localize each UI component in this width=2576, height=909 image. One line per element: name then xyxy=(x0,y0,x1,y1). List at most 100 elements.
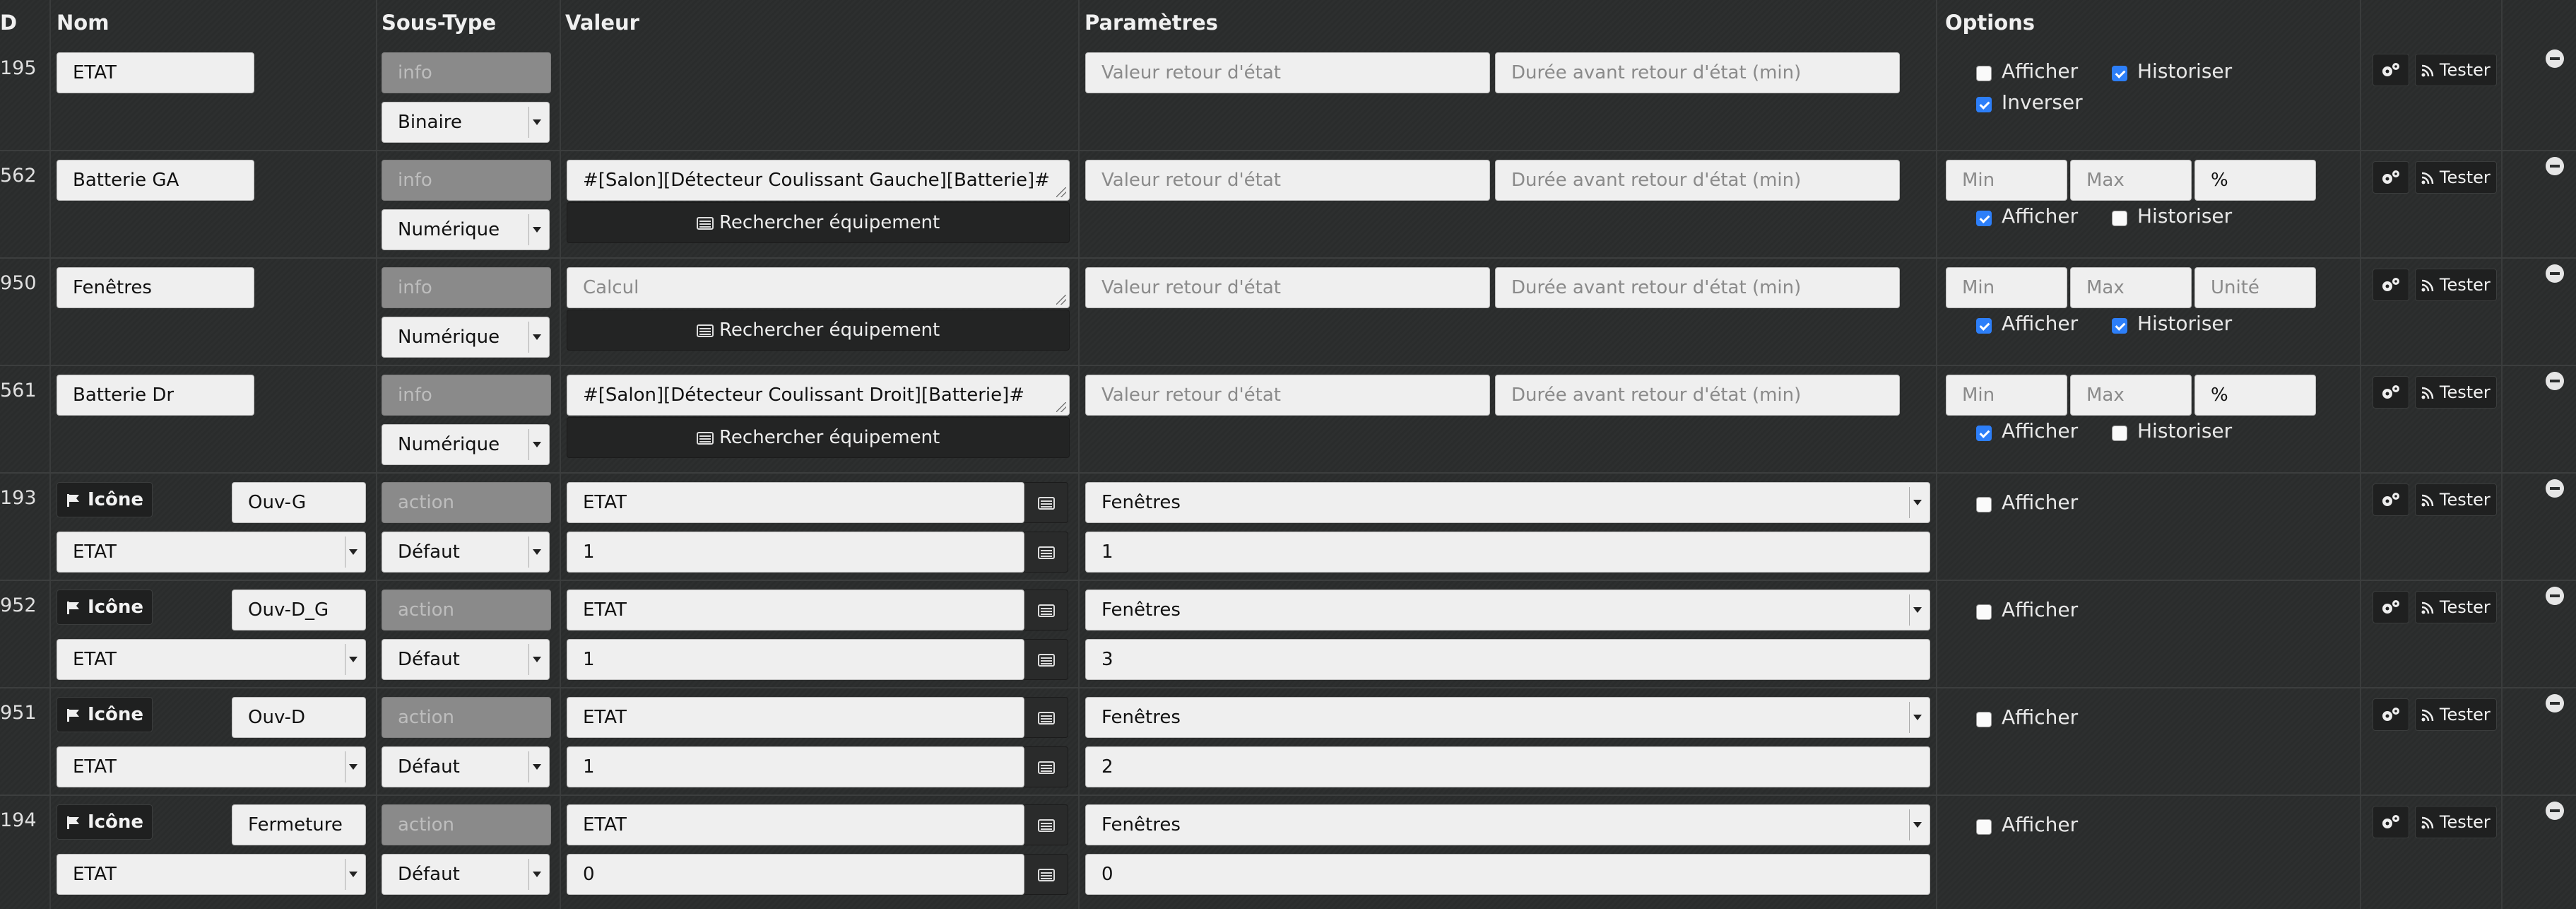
historiser-checkbox[interactable] xyxy=(2112,318,2127,334)
max-input[interactable]: Max xyxy=(2070,375,2192,416)
configure-button[interactable] xyxy=(2373,161,2409,194)
parameter-value-input[interactable]: 1 xyxy=(1085,532,1930,573)
configure-button[interactable] xyxy=(2373,591,2409,623)
unit-input[interactable]: Unité xyxy=(2194,267,2316,308)
list-icon-button[interactable] xyxy=(1024,639,1068,680)
remove-row-icon[interactable] xyxy=(2546,157,2564,175)
name-input[interactable]: Batterie Dr xyxy=(57,375,254,416)
search-equipment-button[interactable]: Rechercher équipement xyxy=(567,417,1070,458)
historiser-checkbox[interactable] xyxy=(2112,211,2127,226)
subtype-select[interactable]: Défaut xyxy=(382,854,550,895)
historiser-checkbox[interactable] xyxy=(2112,426,2127,441)
afficher-checkbox[interactable] xyxy=(1976,318,1992,334)
min-input[interactable]: Min xyxy=(1946,267,2067,308)
icon-button[interactable]: Icône xyxy=(57,804,153,840)
configure-button[interactable] xyxy=(2373,483,2409,516)
state-select[interactable]: ETAT xyxy=(57,854,366,895)
tester-button[interactable]: Tester xyxy=(2415,54,2497,86)
tester-button[interactable]: Tester xyxy=(2415,591,2497,623)
name-input[interactable]: Fenêtres xyxy=(57,267,254,308)
tester-button[interactable]: Tester xyxy=(2415,161,2497,194)
remove-row-icon[interactable] xyxy=(2546,479,2564,498)
afficher-checkbox[interactable] xyxy=(1976,712,1992,727)
historiser-checkbox[interactable] xyxy=(2112,66,2127,81)
remove-row-icon[interactable] xyxy=(2546,694,2564,712)
parameter-value-input[interactable]: 2 xyxy=(1085,746,1930,787)
parameter-value-input[interactable]: 3 xyxy=(1085,639,1930,680)
command-input[interactable]: ETAT xyxy=(567,804,1024,845)
command-value-input[interactable]: 1 xyxy=(567,746,1024,787)
min-input[interactable]: Min xyxy=(1946,375,2067,416)
subtype-select[interactable]: Défaut xyxy=(382,746,550,787)
configure-button[interactable] xyxy=(2373,269,2409,301)
icon-button[interactable]: Icône xyxy=(57,482,153,517)
state-return-value-input[interactable]: Valeur retour d'état xyxy=(1085,267,1490,308)
afficher-checkbox[interactable] xyxy=(1976,211,1992,226)
configure-button[interactable] xyxy=(2373,376,2409,409)
subtype-select[interactable]: Numérique xyxy=(382,209,550,250)
afficher-checkbox[interactable] xyxy=(1976,66,1992,81)
subtype-select[interactable]: Numérique xyxy=(382,424,550,465)
subtype-select[interactable]: Défaut xyxy=(382,532,550,573)
state-select[interactable]: ETAT xyxy=(57,532,366,573)
command-input[interactable]: ETAT xyxy=(567,697,1024,738)
name-input[interactable]: Batterie GA xyxy=(57,160,254,201)
subtype-select[interactable]: Numérique xyxy=(382,317,550,358)
configure-button[interactable] xyxy=(2373,806,2409,838)
list-icon-button[interactable] xyxy=(1024,746,1068,787)
state-return-delay-input[interactable]: Durée avant retour d'état (min) xyxy=(1495,160,1900,201)
command-value-input[interactable]: 1 xyxy=(567,532,1024,573)
subtype-select[interactable]: Défaut xyxy=(382,639,550,680)
remove-row-icon[interactable] xyxy=(2546,802,2564,820)
parameter-select[interactable]: Fenêtres xyxy=(1085,590,1930,631)
command-input[interactable]: ETAT xyxy=(567,590,1024,631)
command-value-input[interactable]: 0 xyxy=(567,854,1024,895)
search-equipment-button[interactable]: Rechercher équipement xyxy=(567,202,1070,243)
afficher-checkbox[interactable] xyxy=(1976,426,1992,441)
state-return-delay-input[interactable]: Durée avant retour d'état (min) xyxy=(1495,267,1900,308)
list-icon-button[interactable] xyxy=(1024,804,1068,845)
max-input[interactable]: Max xyxy=(2070,160,2192,201)
parameter-value-input[interactable]: 0 xyxy=(1085,854,1930,895)
command-input[interactable]: ETAT xyxy=(567,482,1024,523)
name-input[interactable]: Fermeture xyxy=(232,804,366,845)
command-value-input[interactable]: 1 xyxy=(567,639,1024,680)
state-return-value-input[interactable]: Valeur retour d'état xyxy=(1085,52,1490,93)
parameter-select[interactable]: Fenêtres xyxy=(1085,804,1930,845)
tester-button[interactable]: Tester xyxy=(2415,698,2497,731)
unit-input[interactable]: % xyxy=(2194,160,2316,201)
name-input[interactable]: Ouv-D_G xyxy=(232,590,366,631)
unit-input[interactable]: % xyxy=(2194,375,2316,416)
state-return-value-input[interactable]: Valeur retour d'état xyxy=(1085,160,1490,201)
tester-button[interactable]: Tester xyxy=(2415,483,2497,516)
remove-row-icon[interactable] xyxy=(2546,587,2564,605)
icon-button[interactable]: Icône xyxy=(57,590,153,625)
value-input[interactable]: Calcul xyxy=(567,267,1070,308)
parameter-select[interactable]: Fenêtres xyxy=(1085,482,1930,523)
name-input[interactable]: Ouv-G xyxy=(232,482,366,523)
tester-button[interactable]: Tester xyxy=(2415,269,2497,301)
inverser-checkbox[interactable] xyxy=(1976,97,1992,112)
tester-button[interactable]: Tester xyxy=(2415,806,2497,838)
value-input[interactable]: #[Salon][Détecteur Coulissant Droit][Bat… xyxy=(567,375,1070,416)
subtype-select[interactable]: Binaire xyxy=(382,102,550,143)
name-input[interactable]: ETAT xyxy=(57,52,254,93)
afficher-checkbox[interactable] xyxy=(1976,497,1992,512)
name-input[interactable]: Ouv-D xyxy=(232,697,366,738)
list-icon-button[interactable] xyxy=(1024,590,1068,631)
state-return-delay-input[interactable]: Durée avant retour d'état (min) xyxy=(1495,375,1900,416)
remove-row-icon[interactable] xyxy=(2546,264,2564,283)
remove-row-icon[interactable] xyxy=(2546,49,2564,68)
list-icon-button[interactable] xyxy=(1024,482,1068,523)
state-select[interactable]: ETAT xyxy=(57,639,366,680)
list-icon-button[interactable] xyxy=(1024,697,1068,738)
state-select[interactable]: ETAT xyxy=(57,746,366,787)
tester-button[interactable]: Tester xyxy=(2415,376,2497,409)
min-input[interactable]: Min xyxy=(1946,160,2067,201)
icon-button[interactable]: Icône xyxy=(57,697,153,732)
configure-button[interactable] xyxy=(2373,54,2409,86)
state-return-delay-input[interactable]: Durée avant retour d'état (min) xyxy=(1495,52,1900,93)
configure-button[interactable] xyxy=(2373,698,2409,731)
value-input[interactable]: #[Salon][Détecteur Coulissant Gauche][Ba… xyxy=(567,160,1070,201)
list-icon-button[interactable] xyxy=(1024,532,1068,573)
